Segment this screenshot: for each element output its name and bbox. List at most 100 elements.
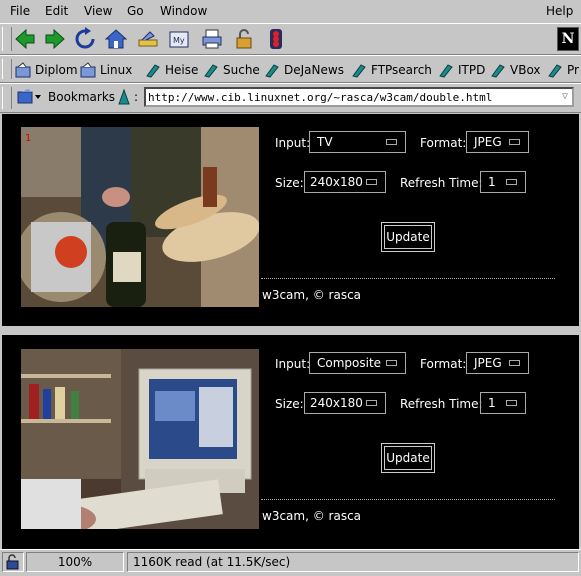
camera-image-1: 1 bbox=[21, 127, 259, 307]
menu-go[interactable]: Go bbox=[127, 4, 144, 18]
personal-item-dejanews[interactable]: DeJaNews bbox=[264, 61, 344, 79]
reload-icon bbox=[75, 27, 95, 49]
location-separator: : bbox=[134, 90, 139, 104]
bookmarks-button[interactable]: Bookmarks bbox=[16, 89, 115, 105]
personal-item-pr[interactable]: Pr bbox=[547, 61, 579, 79]
forward-button[interactable] bbox=[43, 27, 67, 51]
refresh-time-label: Refresh Time: bbox=[400, 397, 483, 411]
update-button[interactable]: Update bbox=[381, 443, 435, 473]
input-select-value: Composite bbox=[317, 356, 382, 370]
personal-item-label: FTPsearch bbox=[371, 63, 432, 77]
svg-text:My: My bbox=[173, 36, 185, 45]
menu-view[interactable]: View bbox=[84, 4, 112, 18]
select-indicator-icon bbox=[509, 360, 520, 366]
refresh-time-select[interactable]: 1 bbox=[480, 171, 526, 193]
netscape-logo-letter: N bbox=[561, 31, 575, 47]
stop-button[interactable] bbox=[264, 27, 288, 51]
select-indicator-icon bbox=[366, 400, 377, 406]
personal-item-itpd[interactable]: ITPD bbox=[438, 61, 485, 79]
security-indicator[interactable] bbox=[2, 552, 24, 572]
page-content: 1 Input: TV Format: JPEG Size: 240x180 R… bbox=[0, 114, 581, 549]
personal-item-heise[interactable]: Heise bbox=[145, 61, 198, 79]
footer-text: w3cam, © rasca bbox=[262, 509, 362, 523]
location-icon[interactable] bbox=[116, 88, 132, 106]
mail-button[interactable]: My bbox=[167, 27, 191, 51]
personal-item-linux[interactable]: Linux bbox=[80, 61, 132, 79]
bookmark-icon bbox=[265, 64, 279, 78]
unlocked-icon bbox=[6, 554, 19, 570]
location-toolbar-grip[interactable] bbox=[2, 87, 12, 109]
bookmarks-icon bbox=[17, 89, 41, 104]
personal-item-suche[interactable]: Suche bbox=[203, 61, 260, 79]
menu-window[interactable]: Window bbox=[160, 4, 207, 18]
input-select[interactable]: Composite bbox=[309, 352, 406, 374]
size-select[interactable]: 240x180 bbox=[304, 392, 386, 414]
refresh-time-value: 1 bbox=[488, 396, 496, 410]
format-select[interactable]: JPEG bbox=[466, 131, 529, 153]
camera-panel-2: Input: Composite Format: JPEG Size: 240x… bbox=[2, 335, 579, 549]
home-button[interactable] bbox=[104, 27, 128, 51]
personal-item-label: DeJaNews bbox=[284, 63, 344, 77]
size-label: Size: bbox=[275, 176, 304, 190]
netscape-logo[interactable]: N bbox=[557, 27, 579, 51]
refresh-time-select[interactable]: 1 bbox=[480, 392, 526, 414]
size-select[interactable]: 240x180 bbox=[304, 171, 386, 193]
bookmark-icon bbox=[204, 64, 218, 78]
back-icon bbox=[15, 28, 35, 50]
size-label: Size: bbox=[275, 397, 304, 411]
search-button[interactable] bbox=[136, 27, 160, 51]
bookmark-icon bbox=[439, 64, 453, 78]
toolbar-grip[interactable] bbox=[2, 27, 12, 51]
folder-icon bbox=[15, 62, 31, 78]
print-button[interactable] bbox=[200, 27, 224, 51]
bookmarks-label: Bookmarks bbox=[48, 90, 116, 104]
format-select-value: JPEG bbox=[474, 356, 502, 370]
search-icon bbox=[138, 31, 158, 47]
mail-icon: My bbox=[169, 31, 189, 48]
home-icon bbox=[104, 29, 128, 49]
bookmark-icon bbox=[352, 64, 366, 78]
input-select[interactable]: TV bbox=[309, 131, 406, 153]
status-bar: 100% 1160K read (at 11.5K/sec) bbox=[0, 549, 581, 575]
url-input[interactable] bbox=[146, 89, 560, 105]
input-label: Input: bbox=[275, 136, 311, 150]
security-button[interactable] bbox=[232, 27, 256, 51]
menu-bar: File Edit View Go Window Help bbox=[0, 0, 581, 24]
personal-item-label: Diplom bbox=[35, 63, 78, 77]
navigation-toolbar: My N bbox=[0, 23, 581, 55]
location-field[interactable]: ▽ bbox=[144, 87, 574, 107]
select-indicator-icon bbox=[366, 179, 377, 185]
camera-panel-1: 1 Input: TV Format: JPEG Size: 240x180 R… bbox=[2, 114, 579, 326]
divider bbox=[261, 278, 555, 279]
personal-item-ftpsearch[interactable]: FTPsearch bbox=[351, 61, 432, 79]
bookmark-icon bbox=[491, 64, 505, 78]
menu-edit[interactable]: Edit bbox=[45, 4, 68, 18]
location-toolbar: Bookmarks : ▽ bbox=[0, 83, 581, 113]
personal-toolbar: Diplom Linux Heise Suche DeJaNews FTPsea… bbox=[0, 55, 581, 83]
size-select-value: 240x180 bbox=[310, 175, 363, 189]
format-select[interactable]: JPEG bbox=[466, 352, 529, 374]
status-message: 1160K read (at 11.5K/sec) bbox=[127, 552, 579, 572]
footer-text: w3cam, © rasca bbox=[262, 288, 362, 302]
format-label: Format: bbox=[420, 136, 467, 150]
personal-item-diplom[interactable]: Diplom bbox=[15, 61, 78, 79]
menu-file[interactable]: File bbox=[10, 4, 30, 18]
camera-snapshot-image: 1 bbox=[21, 127, 259, 307]
menu-help[interactable]: Help bbox=[546, 4, 573, 18]
chevron-down-icon[interactable]: ▽ bbox=[558, 89, 572, 105]
personal-item-label: Suche bbox=[223, 63, 260, 77]
back-button[interactable] bbox=[13, 27, 37, 51]
select-indicator-icon bbox=[386, 139, 397, 145]
update-button[interactable]: Update bbox=[381, 222, 435, 252]
refresh-time-value: 1 bbox=[488, 175, 496, 189]
folder-icon bbox=[80, 62, 96, 78]
input-label: Input: bbox=[275, 357, 311, 371]
refresh-time-label: Refresh Time: bbox=[400, 176, 483, 190]
bookmark-icon bbox=[548, 64, 562, 78]
select-indicator-icon bbox=[386, 360, 397, 366]
reload-button[interactable] bbox=[73, 27, 97, 51]
personal-item-vbox[interactable]: VBox bbox=[490, 61, 541, 79]
camera-snapshot-image bbox=[21, 349, 259, 529]
personal-toolbar-grip[interactable] bbox=[2, 59, 12, 79]
stop-icon bbox=[270, 29, 282, 49]
